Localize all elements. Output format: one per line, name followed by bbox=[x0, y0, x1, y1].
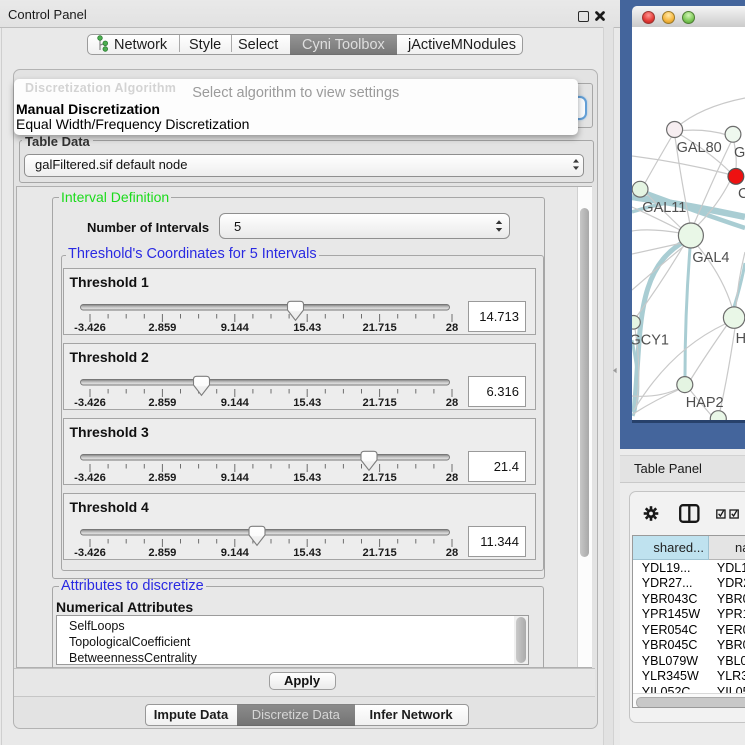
svg-text:H…: H… bbox=[736, 331, 745, 347]
svg-text:2.859: 2.859 bbox=[148, 547, 176, 559]
svg-text:21.715: 21.715 bbox=[362, 547, 396, 559]
svg-text:2.859: 2.859 bbox=[148, 322, 176, 334]
svg-text:GCY1: GCY1 bbox=[632, 333, 669, 349]
svg-text:9.144: 9.144 bbox=[221, 472, 250, 484]
svg-text:9.144: 9.144 bbox=[221, 397, 250, 409]
svg-text:2.859: 2.859 bbox=[148, 472, 176, 484]
svg-text:GAL11: GAL11 bbox=[642, 200, 686, 216]
svg-text:9.144: 9.144 bbox=[221, 322, 250, 334]
svg-text:GAL80: GAL80 bbox=[677, 140, 722, 156]
svg-text:21.715: 21.715 bbox=[362, 472, 396, 484]
svg-text:15.43: 15.43 bbox=[293, 547, 321, 559]
svg-text:21.715: 21.715 bbox=[362, 322, 396, 334]
svg-text:GAL…: GAL… bbox=[734, 145, 745, 161]
svg-text:9.144: 9.144 bbox=[221, 547, 250, 559]
svg-text:-3.426: -3.426 bbox=[74, 547, 106, 559]
svg-text:HAP2: HAP2 bbox=[686, 395, 724, 411]
svg-text:15.43: 15.43 bbox=[293, 322, 321, 334]
svg-text:28: 28 bbox=[446, 397, 458, 409]
svg-text:15.43: 15.43 bbox=[293, 397, 321, 409]
svg-text:GAL4: GAL4 bbox=[692, 250, 729, 266]
svg-text:28: 28 bbox=[446, 322, 458, 334]
svg-text:-3.426: -3.426 bbox=[74, 472, 106, 484]
svg-text:21.715: 21.715 bbox=[362, 397, 396, 409]
svg-text:28: 28 bbox=[446, 472, 458, 484]
svg-text:C…: C… bbox=[738, 186, 745, 202]
svg-text:-3.426: -3.426 bbox=[74, 322, 106, 334]
svg-text:-3.426: -3.426 bbox=[74, 397, 106, 409]
svg-text:28: 28 bbox=[446, 547, 458, 559]
svg-text:15.43: 15.43 bbox=[293, 472, 321, 484]
svg-text:2.859: 2.859 bbox=[148, 397, 176, 409]
